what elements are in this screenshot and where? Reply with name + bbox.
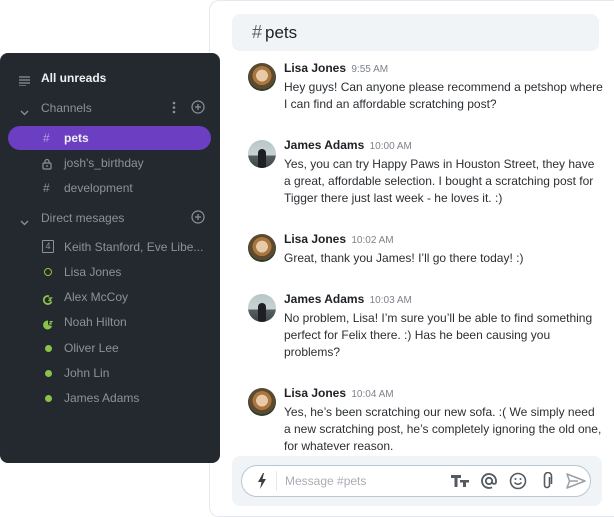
hash-icon: # [43,131,50,145]
avatar[interactable] [248,388,276,416]
sidebar-item-development[interactable]: # development [0,177,220,199]
add-channel-icon[interactable] [191,100,205,119]
dm-header-label: Direct mesages [41,211,125,225]
message-time: 10:02 AM [351,235,394,246]
chevron-down-icon[interactable] [20,213,29,231]
dm-name: Keith Stanford, Eve Libe... [64,240,204,254]
list-icon [19,73,30,91]
channel-header: # pets [232,14,599,51]
mention-icon[interactable] [474,469,503,493]
message-list: Lisa Jones 9:55 AM Hey guys! Can anyone … [248,61,608,474]
hash-icon: # [252,22,263,42]
message-input[interactable] [285,474,445,488]
emoji-icon[interactable] [503,469,532,493]
status-online-icon [45,395,52,402]
sidebar-item-joshs-birthday[interactable]: josh's_birthday [0,152,220,174]
message: James Adams 10:00 AM Yes, you can try Ha… [248,138,608,207]
avatar[interactable] [248,63,276,91]
dm-item[interactable]: Oliver Lee [0,337,220,359]
add-dm-icon[interactable] [191,210,205,229]
dm-section-header[interactable]: Direct mesages [0,207,220,229]
message-author[interactable]: Lisa Jones [284,232,346,246]
message-author[interactable]: James Adams [284,138,364,152]
chevron-down-icon[interactable] [20,103,29,121]
channels-header-label: Channels [41,101,92,115]
divider [276,471,277,491]
channel-title: pets [265,22,298,42]
more-options-icon[interactable] [172,101,176,119]
avatar[interactable] [248,234,276,262]
dm-item[interactable]: Noah Hilton [0,311,220,333]
text-format-icon[interactable] [445,469,474,493]
all-unreads-label: All unreads [41,71,107,85]
dm-name: James Adams [64,391,140,405]
dm-item[interactable]: John Lin [0,362,220,384]
dm-item[interactable]: James Adams [0,387,220,409]
sidebar-item-pets[interactable]: # pets [0,127,220,149]
dm-item[interactable]: Lisa Jones [0,261,220,283]
message-time: 10:00 AM [369,141,412,152]
message-author[interactable]: James Adams [284,292,364,306]
message: James Adams 10:03 AM No problem, Lisa! I… [248,292,608,361]
hash-icon: # [43,181,50,195]
dm-name: Noah Hilton [64,315,127,329]
status-online-icon [45,370,52,377]
send-icon[interactable] [561,469,590,493]
channel-name: pets [64,131,89,145]
message-text: Yes, he’s been scratching our new sofa. … [284,405,602,453]
message-text: Hey guys! Can anyone please recommend a … [284,80,603,111]
message-text: Yes, you can try Happy Paws in Houston S… [284,157,595,205]
dm-name: Lisa Jones [64,265,122,279]
message-author[interactable]: Lisa Jones [284,386,346,400]
status-online-icon [45,345,52,352]
avatar[interactable] [248,140,276,168]
status-away-icon [42,292,53,310]
lock-icon [42,157,52,175]
avatar[interactable] [248,294,276,322]
message-text: No problem, Lisa! I’m sure you’ll be abl… [284,311,593,359]
message-composer [241,465,591,497]
composer-area [232,456,602,506]
status-online-ring-icon [44,268,52,276]
channels-section-header[interactable]: Channels [0,97,220,119]
attachment-icon[interactable] [532,469,561,493]
channel-name: development [64,181,133,195]
lightning-icon[interactable] [250,473,274,489]
message: Lisa Jones 10:02 AM Great, thank you Jam… [248,232,608,267]
sidebar: All unreads Channels # pets josh's_birth… [0,53,220,463]
dm-item[interactable]: 4 Keith Stanford, Eve Libe... [0,236,220,258]
message-text: Great, thank you James! I’ll go there to… [284,251,524,265]
chat-panel: # pets Lisa Jones 9:55 AM Hey guys! Can … [209,0,614,517]
message-time: 10:03 AM [369,295,412,306]
message-author[interactable]: Lisa Jones [284,61,346,75]
channel-name: josh's_birthday [64,156,144,170]
dm-name: John Lin [64,366,110,380]
sidebar-item-all-unreads[interactable]: All unreads [0,67,220,89]
message-time: 9:55 AM [351,64,389,75]
dm-item[interactable]: Alex McCoy [0,286,220,308]
group-count-icon: 4 [42,240,54,253]
dm-name: Alex McCoy [64,290,129,304]
status-busy-icon [43,317,54,335]
message-time: 10:04 AM [351,389,394,400]
message: Lisa Jones 9:55 AM Hey guys! Can anyone … [248,61,608,113]
dm-name: Oliver Lee [64,341,119,355]
